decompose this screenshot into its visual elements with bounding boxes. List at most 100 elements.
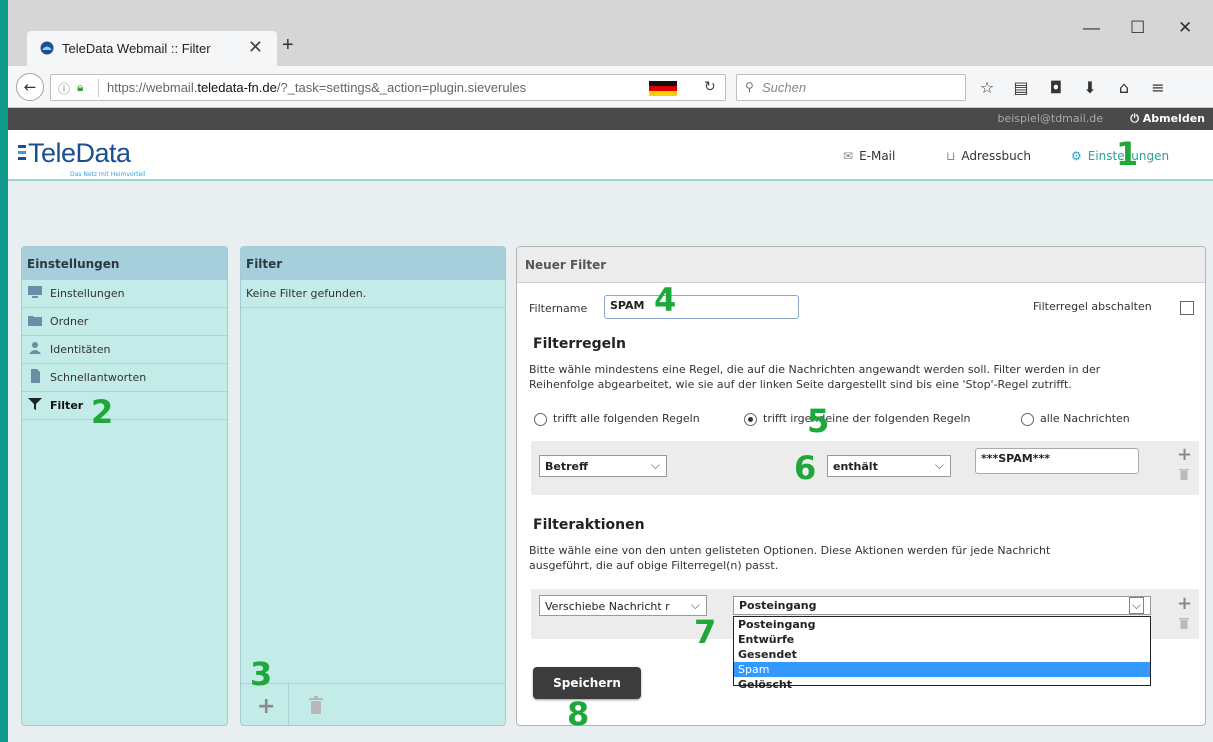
disable-rule-checkbox[interactable] bbox=[1180, 301, 1194, 315]
user-email: beispiel@tdmail.de bbox=[997, 112, 1103, 125]
reload-icon[interactable]: ↻ bbox=[704, 79, 716, 95]
sidebar-item-ordner[interactable]: Ordner bbox=[22, 308, 227, 336]
radio-all-messages-label: alle Nachrichten bbox=[1040, 412, 1130, 425]
maximize-button[interactable]: ☐ bbox=[1130, 18, 1145, 38]
search-placeholder: Suchen bbox=[762, 80, 807, 95]
tab-close-icon[interactable]: ✕ bbox=[248, 37, 263, 58]
new-filter-title: Neuer Filter bbox=[517, 247, 1205, 283]
sidebar-item-filter[interactable]: Filter bbox=[22, 392, 227, 420]
navigation-bar: ← ⓘ 🔒︎ https://webmail.teledata-fn.de/?_… bbox=[8, 66, 1213, 108]
folder-select[interactable]: Posteingang ⌵ bbox=[733, 596, 1151, 615]
lock-icon[interactable]: 🔒︎ bbox=[77, 80, 83, 95]
filter-empty-message: Keine Filter gefunden. bbox=[241, 280, 505, 308]
info-icon[interactable]: ⓘ bbox=[58, 80, 70, 97]
tab-bar: TeleData Webmail :: Filter ✕ + — ☐ ✕ bbox=[8, 0, 1213, 66]
reader-list-icon[interactable]: ▤ bbox=[1010, 78, 1032, 97]
callout-3: 3 bbox=[250, 655, 273, 693]
disable-rule-label: Filterregel abschalten bbox=[1033, 300, 1152, 313]
bookmark-star-icon[interactable]: ☆ bbox=[976, 78, 998, 97]
sidebar-item-einstellungen[interactable]: Einstellungen bbox=[22, 280, 227, 308]
callout-4: 4 bbox=[654, 281, 677, 319]
radio-all-messages[interactable] bbox=[1021, 413, 1034, 426]
rule-value-input[interactable]: ***SPAM*** bbox=[975, 448, 1139, 474]
monitor-icon bbox=[28, 286, 42, 298]
radio-match-all[interactable] bbox=[534, 413, 547, 426]
rules-heading: Filterregeln bbox=[533, 336, 626, 352]
url-text: https://webmail.teledata-fn.de/?_task=se… bbox=[107, 80, 527, 95]
menu-icon[interactable]: ≡ bbox=[1147, 78, 1169, 97]
german-flag-icon[interactable] bbox=[649, 81, 677, 96]
filtername-label: Filtername bbox=[529, 302, 588, 315]
search-icon: ⚲ bbox=[745, 80, 754, 94]
minimize-button[interactable]: — bbox=[1083, 18, 1100, 38]
folder-option-spam[interactable]: Spam bbox=[734, 662, 1150, 677]
chevron-down-icon: ⌵ bbox=[650, 458, 660, 472]
filter-list-footer: + bbox=[241, 683, 505, 725]
logo-tagline: Das Netz mit Heimvorteil bbox=[70, 171, 146, 178]
document-icon bbox=[31, 369, 40, 383]
folder-option-entwuerfe[interactable]: Entwürfe bbox=[734, 632, 1150, 647]
add-filter-button[interactable]: + bbox=[257, 694, 275, 719]
gear-icon: ⚙ bbox=[1071, 149, 1082, 163]
callout-7: 7 bbox=[694, 613, 717, 651]
callout-2: 2 bbox=[91, 393, 114, 431]
rules-description: Bitte wähle mindestens eine Regel, die a… bbox=[529, 363, 1101, 391]
chevron-down-icon: ⌵ bbox=[1128, 597, 1144, 614]
url-bar[interactable]: ⓘ 🔒︎ https://webmail.teledata-fn.de/?_ta… bbox=[50, 74, 726, 101]
sidebar-item-identitaeten[interactable]: Identitäten bbox=[22, 336, 227, 364]
delete-filter-trash-icon[interactable] bbox=[309, 696, 323, 714]
browser-tab[interactable]: TeleData Webmail :: Filter ✕ bbox=[27, 31, 277, 66]
back-button[interactable]: ← bbox=[16, 73, 44, 101]
folder-option-geloescht[interactable]: Gelöscht bbox=[734, 677, 1150, 692]
download-icon[interactable]: ⬇ bbox=[1079, 78, 1101, 97]
new-tab-button[interactable]: + bbox=[282, 34, 294, 57]
chevron-down-icon: ⌵ bbox=[934, 458, 944, 472]
account-strip: beispiel@tdmail.de ⏻ Abmelden bbox=[8, 108, 1213, 130]
nav-addressbook[interactable]: ⊔ Adressbuch bbox=[946, 149, 1031, 163]
filter-list-panel: Filter Keine Filter gefunden. + bbox=[240, 246, 506, 726]
rule-operator-select[interactable]: enthält ⌵ bbox=[827, 455, 951, 477]
mail-icon: ✉ bbox=[843, 149, 854, 163]
close-window-button[interactable]: ✕ bbox=[1178, 18, 1192, 38]
pocket-icon[interactable]: ◘ bbox=[1045, 78, 1067, 97]
callout-6: 6 bbox=[794, 449, 817, 487]
tab-title: TeleData Webmail :: Filter bbox=[62, 41, 211, 56]
browser-window: TeleData Webmail :: Filter ✕ + — ☐ ✕ ← ⓘ… bbox=[8, 0, 1213, 742]
home-icon[interactable]: ⌂ bbox=[1113, 78, 1135, 97]
addressbook-icon: ⊔ bbox=[946, 149, 956, 163]
search-input[interactable]: ⚲ Suchen bbox=[736, 74, 966, 101]
folder-option-gesendet[interactable]: Gesendet bbox=[734, 647, 1150, 662]
new-filter-panel: Neuer Filter Filtername SPAM Filterregel… bbox=[516, 246, 1206, 726]
radio-match-any-label: trifft irgendeine der folgenden Regeln bbox=[763, 412, 971, 425]
action-select[interactable]: Verschiebe Nachricht r ⌵ bbox=[539, 595, 707, 616]
callout-8: 8 bbox=[567, 695, 590, 733]
nav-email[interactable]: ✉ E-Mail bbox=[843, 149, 895, 163]
teledata-logo: TeleData Das Netz mit Heimvorteil bbox=[18, 138, 145, 178]
sidebar-item-schnellantworten[interactable]: Schnellantworten bbox=[22, 364, 227, 392]
radio-match-all-label: trifft alle folgenden Regeln bbox=[553, 412, 700, 425]
radio-match-any[interactable] bbox=[744, 413, 757, 426]
footer-divider bbox=[288, 684, 289, 725]
folder-dropdown-list: Posteingang Entwürfe Gesendet Spam Gelös… bbox=[733, 616, 1151, 691]
filtername-input[interactable]: SPAM bbox=[604, 295, 799, 319]
callout-5: 5 bbox=[807, 402, 830, 440]
rule-field-select[interactable]: Betreff ⌵ bbox=[539, 455, 667, 477]
logo-bars-icon bbox=[18, 145, 26, 163]
folder-option-posteingang[interactable]: Posteingang bbox=[734, 617, 1150, 632]
folder-icon bbox=[28, 316, 42, 326]
logout-link[interactable]: ⏻ Abmelden bbox=[1130, 112, 1205, 126]
webmail-favicon-icon bbox=[40, 41, 54, 55]
delete-rule-trash-icon[interactable] bbox=[1179, 468, 1189, 480]
settings-panel: Einstellungen Einstellungen Ordner Ident… bbox=[21, 246, 228, 726]
add-action-button[interactable]: + bbox=[1177, 593, 1192, 614]
url-separator bbox=[98, 79, 99, 97]
callout-1: 1 bbox=[1116, 135, 1139, 173]
actions-heading: Filteraktionen bbox=[533, 517, 645, 533]
add-rule-button[interactable]: + bbox=[1177, 444, 1192, 465]
delete-action-trash-icon[interactable] bbox=[1179, 617, 1189, 629]
filter-panel-title: Filter bbox=[241, 247, 505, 280]
filter-funnel-icon bbox=[28, 398, 42, 410]
actions-description: Bitte wähle eine von den unten gelistete… bbox=[529, 544, 1051, 572]
settings-panel-title: Einstellungen bbox=[22, 247, 227, 280]
chevron-down-icon: ⌵ bbox=[690, 598, 700, 612]
